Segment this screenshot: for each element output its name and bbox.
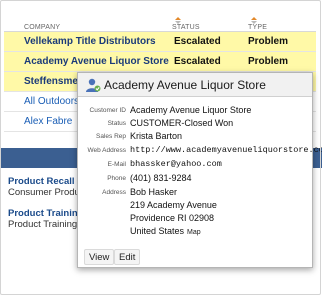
field-label: Address bbox=[102, 189, 126, 196]
list-item-subtitle: Consumer Produ bbox=[8, 187, 80, 198]
list-item[interactable]: Product Recall Consumer Produ bbox=[8, 176, 80, 198]
address-field: Address Bob Hasker bbox=[78, 187, 312, 200]
customer-id-value: Academy Avenue Liquor Store bbox=[130, 105, 252, 115]
company-link[interactable]: All Outdoors bbox=[24, 96, 79, 107]
sort-icon[interactable] bbox=[251, 17, 257, 24]
col-type-label: TYPE bbox=[248, 24, 268, 31]
address-city: Providence RI 02908 bbox=[130, 213, 215, 223]
company-link[interactable]: Academy Avenue Liquor Store bbox=[24, 56, 169, 67]
status-field: Status CUSTOMER-Closed Won bbox=[78, 118, 312, 131]
list-item[interactable]: Product Training Product Training bbox=[8, 208, 83, 230]
col-type[interactable]: TYPE bbox=[248, 17, 267, 31]
edit-button[interactable]: Edit bbox=[114, 249, 141, 265]
table-header: COMPANY STATUS TYPE bbox=[4, 12, 316, 32]
list-item-title[interactable]: Product Training bbox=[8, 208, 83, 219]
address-country: United States bbox=[130, 226, 185, 236]
table-row[interactable]: Vellekamp Title Distributors Escalated P… bbox=[4, 32, 316, 52]
col-status-label: STATUS bbox=[172, 24, 200, 31]
field-label: Phone bbox=[107, 175, 126, 182]
address-street: 219 Academy Avenue bbox=[130, 200, 217, 210]
map-link[interactable]: Map bbox=[187, 229, 201, 236]
type-cell: Problem bbox=[248, 56, 289, 67]
status-cell: Escalated bbox=[174, 56, 221, 67]
web-address-field: Web Address http://www.academyavenueliqu… bbox=[78, 145, 322, 158]
sort-icon[interactable] bbox=[175, 17, 181, 24]
sales-rep-value: Krista Barton bbox=[130, 131, 183, 141]
status-value: CUSTOMER-Closed Won bbox=[130, 118, 234, 128]
email-field: E-Mail bhassker@yahoo.com bbox=[78, 159, 312, 172]
field-label: E-Mail bbox=[107, 161, 126, 168]
list-item-title[interactable]: Product Recall bbox=[8, 176, 80, 187]
company-link[interactable]: Alex Fabre bbox=[24, 116, 72, 127]
view-button[interactable]: View bbox=[84, 249, 115, 265]
col-company-label: COMPANY bbox=[24, 24, 61, 31]
phone-value: (401) 831-9284 bbox=[130, 173, 192, 183]
person-icon bbox=[86, 78, 101, 92]
field-label: Customer ID bbox=[89, 107, 126, 114]
popup-title: Academy Avenue Liquor Store bbox=[104, 78, 266, 92]
web-address-link[interactable]: http://www.academyavenueliquorstore.com bbox=[130, 145, 322, 155]
sales-rep-field: Sales Rep Krista Barton bbox=[78, 131, 312, 144]
company-link[interactable]: Vellekamp Title Distributors bbox=[24, 36, 156, 47]
table-row[interactable]: Academy Avenue Liquor Store Escalated Pr… bbox=[4, 52, 316, 72]
field-label: Web Address bbox=[87, 147, 126, 154]
email-link[interactable]: bhassker@yahoo.com bbox=[130, 159, 222, 169]
col-status[interactable]: STATUS bbox=[172, 17, 200, 31]
status-cell: Escalated bbox=[174, 36, 221, 47]
list-item-subtitle: Product Training bbox=[8, 219, 78, 230]
address-country-line: United States Map bbox=[130, 226, 201, 236]
address-name: Bob Hasker bbox=[130, 187, 178, 197]
customer-id-field: Customer ID Academy Avenue Liquor Store bbox=[78, 105, 312, 118]
customer-popup: Academy Avenue Liquor Store Customer ID … bbox=[77, 72, 322, 268]
field-label: Sales Rep bbox=[96, 133, 126, 140]
popup-header: Academy Avenue Liquor Store bbox=[78, 73, 312, 97]
field-label: Status bbox=[107, 120, 126, 127]
phone-field: Phone (401) 831-9284 bbox=[78, 173, 312, 186]
type-cell: Problem bbox=[248, 36, 289, 47]
app-frame: COMPANY STATUS TYPE Vellekamp Title Dist… bbox=[0, 0, 322, 296]
